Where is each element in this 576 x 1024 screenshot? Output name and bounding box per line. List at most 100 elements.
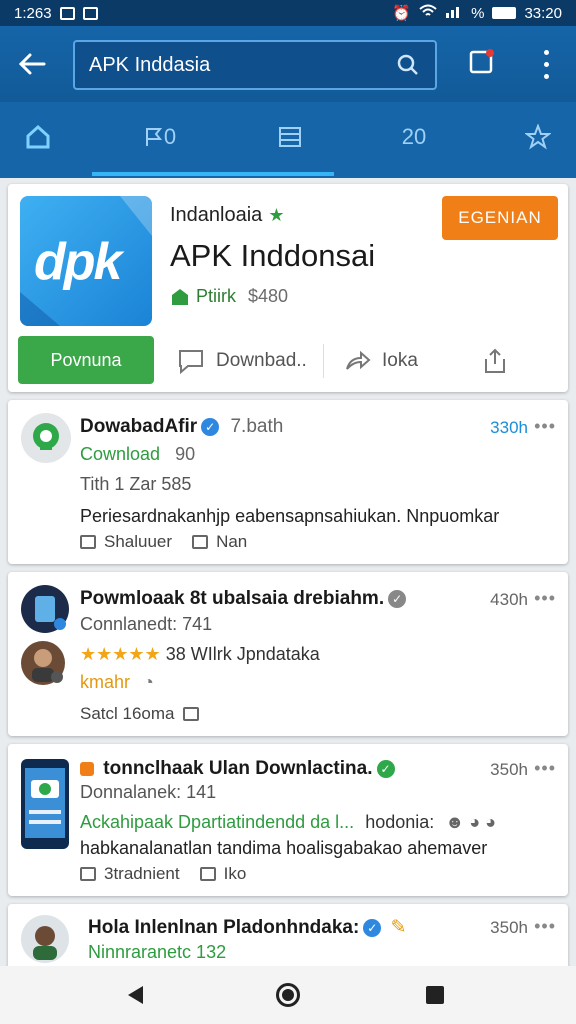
more-dots-icon[interactable]: ••• [534,416,556,437]
reaction-icons: ☻ ◕ ◕ [445,812,496,832]
tab-count[interactable]: 20 [378,102,450,172]
post-body: habkanalanatlan tandima hoalisgabakao ah… [80,838,488,858]
system-nav-bar [0,966,576,1024]
tab-label: 20 [401,124,427,149]
post-time: 330h [490,418,528,437]
tab-flag[interactable]: 0 [120,102,200,172]
rating-row: ★★★★★ 38 WIlrk Jpndataka [80,644,320,664]
chat-icon [192,535,209,549]
share-action-label: Ioka [382,350,418,371]
close-box-icon [182,707,199,721]
status-time: 1:263 [14,4,52,22]
signal-icon [445,4,463,22]
post-time: 350h [490,918,528,937]
warning-icon [80,761,94,776]
post-label: kmahr ◔ [80,672,154,692]
timer-icon: ◔ [143,672,154,692]
photo-icon [59,6,75,20]
app-detail-card: dpk Indanloaia ★ APK Inddonsai Ptiirk $48… [8,184,568,392]
more-dots-icon[interactable]: ••• [534,758,556,779]
notifications-button[interactable] [468,48,496,76]
app-name-small: Indanloaia ★ [170,204,285,226]
comment-icon [80,535,96,549]
star-icon: ★ [268,205,285,225]
status-bar: 1:263 ⏰ % 33:20 [0,0,576,26]
post-title: tonnclhaak Ulan Downlactina. ✓ [80,758,395,780]
nav-home-button[interactable] [276,983,300,1007]
developer-name: Ptiirk [196,286,236,306]
avatar [21,585,69,633]
tab-home[interactable] [0,102,76,172]
app-bar: APK Inddasia [0,26,576,102]
list-item[interactable]: Hola Inlenlnan Pladonhndaka: ✓ ✎ 350h •••… [8,904,568,974]
post-subtext: Tith 1 Zar 585 [80,474,192,494]
list-item[interactable]: DowabadAfir ✓ 7.bath 330h ••• Cownload 90… [8,400,568,564]
nav-recents-button[interactable] [426,986,444,1004]
back-button[interactable] [0,26,64,102]
comment-icon [80,867,96,881]
export-button[interactable] [482,344,508,378]
star-icon [525,124,551,150]
search-icon[interactable] [397,54,419,76]
emoji-icon: ✎ [390,917,407,938]
status-clock: 33:20 [524,4,562,22]
search-input[interactable]: APK Inddasia [73,40,437,90]
avatar [21,915,69,963]
verified-icon: ✓ [376,759,395,778]
battery-percent: % [471,4,485,22]
download-action-label: Downbad.. [216,350,307,371]
close-box-icon [199,867,216,881]
notification-bell-icon [469,49,494,74]
verified-icon: ✓ [388,589,407,608]
list-item[interactable]: tonnclhaak Ulan Downlactina. ✓ 350h ••• D… [8,744,568,896]
post-meta: 3tradnient Iko [80,864,246,884]
primary-download-button[interactable]: Povnuna [18,336,154,384]
battery-icon [492,7,517,19]
more-dots-icon[interactable]: ••• [534,916,556,937]
verified-icon: ✓ [201,417,220,436]
more-options-button[interactable] [532,46,560,82]
list-item[interactable]: Powmloaak 8t ubalsaia drebiahm. ✓ 430h ••… [8,572,568,736]
phone-thumbnail [21,759,69,849]
post-time: 430h [490,590,528,609]
nav-back-button[interactable] [128,986,143,1004]
share-action[interactable]: Ioka [344,344,418,378]
post-title: DowabadAfir ✓ 7.bath [80,416,284,437]
search-query: APK Inddasia [89,53,211,76]
post-tag: 7.bath [230,416,284,437]
rating-stars-icon: ★★★★★ [80,644,161,664]
app-icon[interactable]: dpk [20,196,152,326]
post-line: Donnalanek: 141 [80,782,217,802]
post-time: 350h [490,760,528,779]
app-title: APK Inddonsai [170,238,376,273]
divider [323,344,324,378]
flag-icon [145,128,162,146]
tab-indicator [92,172,334,176]
post-line: Cownload 90 [80,444,196,464]
avatar [21,413,71,463]
post-line: Connlanedt: 741 [80,614,213,634]
dot-icon [543,49,549,55]
wifi-icon [419,4,437,22]
home-icon [26,124,50,149]
tab-grid[interactable] [252,102,328,172]
orange-badge-button[interactable]: EGENIAN [442,196,558,240]
post-line: Ninnraranetc 132 [88,942,227,962]
avatar [21,641,65,685]
post-body: Periesardnakanhjp eabensapnsahiukan. Nnp… [80,506,500,526]
share-arrow-icon [346,350,371,370]
post-meta: Satcl 16oma [80,704,199,724]
app-price: $480 [248,286,289,306]
upload-icon [485,348,505,373]
alarm-icon: ⏰ [392,5,412,22]
download-action[interactable]: Downbad.. [176,344,307,378]
tab-label: 0 [163,124,177,149]
tab-favorites[interactable] [506,102,570,172]
tab-bar: 0 20 [0,102,576,178]
developer-icon [172,288,188,305]
verified-icon: ✓ [363,918,382,937]
more-dots-icon[interactable]: ••• [534,588,556,609]
post-link[interactable]: Ackahipaak Dpartiatindendd da l... hodon… [80,812,496,833]
app-logo-text: dpk [34,233,122,291]
app-developer[interactable]: Ptiirk $480 [170,286,288,307]
